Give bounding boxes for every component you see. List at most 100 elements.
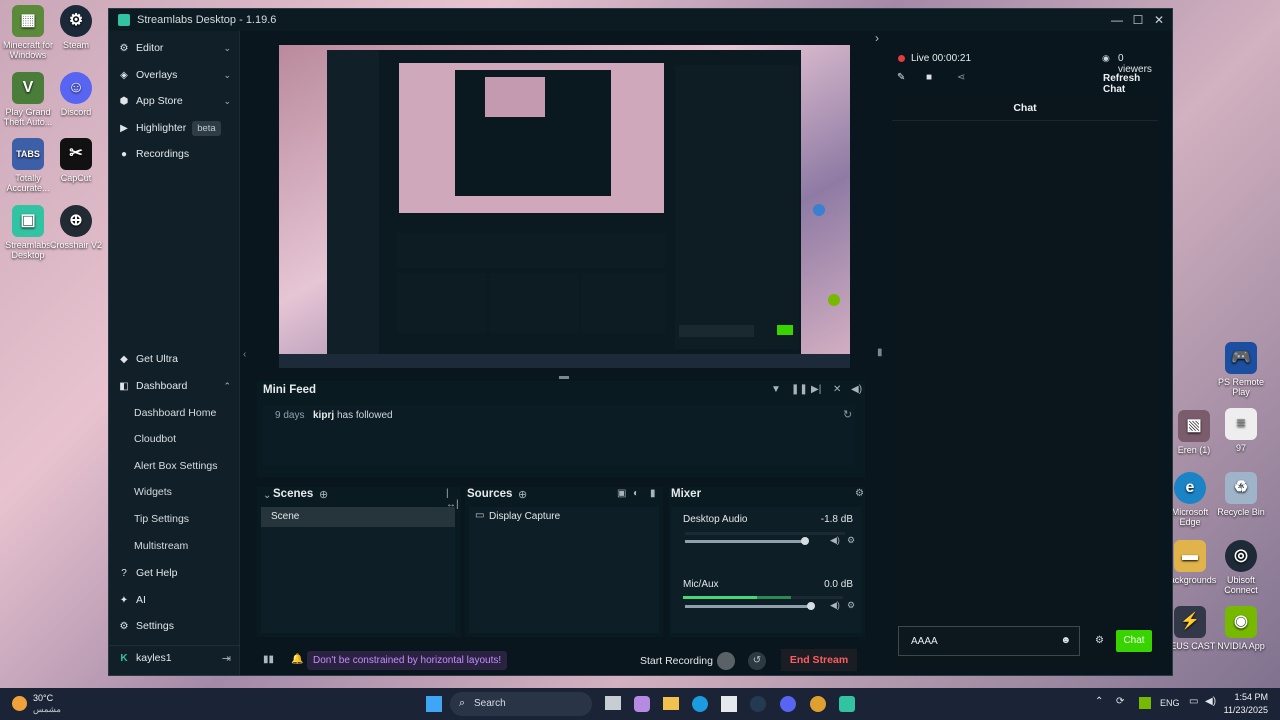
sidebar-item-dashboard[interactable]: ◧ Dashboard ⌃ [109, 375, 240, 397]
skip-icon[interactable]: ▶| [811, 384, 821, 395]
ubisoft-icon: ◎ [1225, 540, 1257, 572]
stats-icon[interactable]: ▮▮ [263, 654, 274, 665]
folder-icon[interactable]: ▮ [650, 488, 656, 499]
chat-send-button[interactable]: Chat [1116, 630, 1152, 652]
channel-gear-icon[interactable]: ⚙ [847, 535, 855, 546]
desktop-icon-steam[interactable]: ⚙ Steam [48, 5, 104, 50]
replay-icon[interactable]: ↻ [843, 408, 852, 421]
chrome-icon[interactable] [810, 696, 826, 712]
network-icon[interactable]: ▭ [1189, 696, 1198, 707]
sidebar-item-settings[interactable]: ⚙ Settings [109, 615, 240, 637]
file-explorer-icon[interactable] [663, 697, 679, 710]
store-icon[interactable] [721, 696, 737, 712]
taskbar: 30°C مشمس ⌕ Search ⌃ ⟳ ENG ▭ ◀) 1:54 PM … [0, 688, 1280, 720]
copilot-icon[interactable] [634, 696, 650, 712]
tray-nvidia-icon[interactable] [1139, 697, 1151, 709]
sidebar-item-overlays[interactable]: ◈ Overlays ⌄ [109, 64, 240, 86]
close-icon[interactable]: ✕ [1151, 12, 1167, 28]
promo-banner[interactable]: Don't be constrained by horizontal layou… [307, 651, 508, 670]
sidebar-sub-dashboard-home[interactable]: Dashboard Home [134, 403, 216, 423]
sidebar-sub-multistream[interactable]: Multistream [134, 536, 188, 556]
weather-icon[interactable] [12, 696, 27, 711]
ps-remote-icon: 🎮 [1225, 342, 1257, 374]
volume-slider[interactable] [685, 605, 811, 608]
sidebar-item-get-ultra[interactable]: ◆ Get Ultra [109, 348, 240, 370]
discord-taskbar-icon[interactable] [780, 696, 796, 712]
source-list: ▭ Display Capture [469, 507, 659, 633]
stream-preview[interactable] [279, 45, 850, 368]
sidebar-item-recordings[interactable]: ● Recordings [109, 143, 240, 165]
source-group-icon[interactable]: ▣ [617, 488, 626, 499]
filter-icon[interactable]: ▼ [771, 384, 781, 395]
desktop-icon-nvidia[interactable]: ◉ NVIDIA App [1213, 606, 1269, 651]
maximize-icon[interactable]: ☐ [1130, 12, 1146, 28]
streamlabs-taskbar-icon[interactable] [839, 696, 855, 712]
chevron-down-icon[interactable]: ⌄ [263, 490, 271, 501]
streamlabs-icon: ▣ [12, 205, 44, 237]
mute-alerts-icon[interactable]: ✕ [833, 384, 841, 395]
tray-chevron-up-icon[interactable]: ⌃ [1095, 696, 1103, 707]
desktop-icon-ubisoft[interactable]: ◎ Ubisoft Connect [1213, 540, 1269, 595]
minimize-icon[interactable]: — [1109, 12, 1125, 28]
volume-slider[interactable] [685, 540, 805, 543]
notification-icon[interactable]: 🔔 [291, 654, 303, 665]
collapse-sidebar-icon[interactable]: ‹ [243, 349, 246, 360]
task-view-icon[interactable] [605, 696, 621, 710]
sidebar-item-app-store[interactable]: ⬢ App Store ⌄ [109, 90, 240, 112]
sidebar-item-ai[interactable]: ✦ AI [109, 589, 240, 611]
mixer-settings-icon[interactable]: ⚙ [855, 488, 864, 499]
volume-slider-handle[interactable] [801, 537, 809, 545]
windows-start-icon[interactable] [426, 696, 442, 712]
start-recording-button[interactable]: Start Recording [640, 655, 713, 667]
sidebar-sub-alert-box[interactable]: Alert Box Settings [134, 456, 217, 476]
end-stream-button[interactable]: End Stream [781, 649, 857, 671]
desktop-icon-crosshair[interactable]: ⊕ Crosshair V2 [48, 205, 104, 250]
live-chat-panel: Live 00:00:21 ◉ 0 viewers ✎ ■ ⋖ Refresh … [889, 47, 1159, 671]
share-icon[interactable]: ⋖ [957, 72, 965, 83]
chat-settings-icon[interactable]: ⚙ [1095, 635, 1104, 646]
language-indicator[interactable]: ENG [1160, 698, 1180, 708]
sidebar-item-get-help[interactable]: ? Get Help [109, 562, 240, 584]
volume-icon[interactable]: ◀) [851, 384, 862, 395]
edit-stream-icon[interactable]: ✎ [897, 72, 905, 83]
source-item[interactable]: ▭ Display Capture [469, 507, 659, 527]
scene-item[interactable]: Scene [261, 507, 455, 527]
desktop-icon-recycle-bin[interactable]: ♻ Recycle Bin [1213, 472, 1269, 517]
add-source-icon[interactable]: ⊕ [518, 488, 527, 501]
expand-chat-icon[interactable]: › [875, 31, 879, 45]
sidebar-sub-cloudbot[interactable]: Cloudbot [134, 429, 176, 449]
desktop-icon-discord[interactable]: ☺ Discord [48, 72, 104, 117]
add-scene-icon[interactable]: ⊕ [319, 488, 328, 501]
sidebar-user[interactable]: K kayles1 ⇥ [109, 647, 240, 669]
taskbar-search[interactable]: ⌕ Search [450, 692, 592, 716]
edge-taskbar-icon[interactable] [692, 696, 708, 712]
record-icon[interactable] [717, 652, 735, 670]
replay-buffer-icon[interactable]: ↺ [748, 652, 766, 670]
channel-gear-icon[interactable]: ⚙ [847, 600, 855, 611]
emoji-icon[interactable]: ☻ [1060, 635, 1071, 646]
clock-date[interactable]: 11/23/2025 [1218, 705, 1268, 715]
sidebar-item-highlighter[interactable]: ▶ Highlighter beta [109, 117, 240, 139]
desktop-icon-97[interactable]: ≡ 97 [1213, 408, 1269, 453]
sidebar-sub-tip-settings[interactable]: Tip Settings [134, 509, 189, 529]
desktop-icon-capcut[interactable]: ✂ CapCut [48, 138, 104, 183]
sidebar-item-label: Recordings [136, 148, 190, 160]
sidebar-item-editor[interactable]: ⚙ Editor ⌄ [109, 37, 240, 59]
sidebar-sub-widgets[interactable]: Widgets [134, 482, 172, 502]
tray-app-icon[interactable]: ⟳ [1116, 696, 1124, 707]
logout-icon[interactable]: ⇥ [222, 652, 231, 665]
chevron-down-icon: ⌄ [223, 95, 231, 106]
camera-icon[interactable]: ■ [926, 72, 932, 83]
source-visibility-icon[interactable]: ◐ [633, 488, 639, 499]
speaker-icon[interactable]: ◀) [830, 600, 840, 611]
speaker-icon[interactable]: ◀) [830, 535, 840, 546]
resize-handle-icon[interactable]: ▮ [877, 347, 883, 358]
steam-taskbar-icon[interactable] [750, 696, 766, 712]
chat-input[interactable]: AAAA ☻ [898, 626, 1080, 656]
pause-icon[interactable]: ❚❚ [791, 384, 808, 395]
volume-slider-handle[interactable] [807, 602, 815, 610]
volume-tray-icon[interactable]: ◀) [1205, 696, 1216, 707]
desktop-icon-ps-remote[interactable]: 🎮 PS Remote Play [1213, 342, 1269, 397]
clock-time[interactable]: 1:54 PM [1226, 692, 1268, 702]
refresh-chat-button[interactable]: Refresh Chat [1103, 73, 1159, 95]
